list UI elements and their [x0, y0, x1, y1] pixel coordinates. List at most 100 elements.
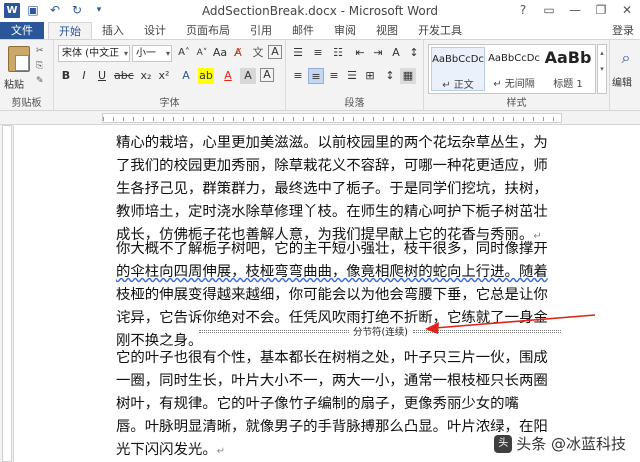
ruler-tick — [383, 117, 384, 121]
close-icon[interactable]: ✕ — [614, 0, 640, 20]
paragraph-1[interactable]: 精心的栽培，心里更加美滋滋。以前校园里的两个花坛杂草丛生，为 了我们的校园更加秀… — [116, 132, 564, 247]
bold-icon[interactable]: B — [58, 68, 74, 84]
phonetic-guide-icon[interactable]: 文 — [250, 45, 266, 61]
char-border-icon[interactable]: A — [260, 68, 274, 82]
enclose-char-icon[interactable]: A — [268, 45, 282, 59]
align-right-icon[interactable]: ≡ — [326, 68, 342, 84]
chinese-layout-icon[interactable]: A — [388, 45, 404, 61]
help-icon[interactable]: ? — [510, 0, 536, 20]
ruler-tick — [323, 117, 324, 121]
ruler-tick — [113, 117, 114, 121]
text-line: 生各抒己见，群策群力，最终选中了栀子。于是同学们挖坑，扶树， — [116, 181, 548, 197]
tab-developer[interactable]: 开发工具 — [408, 22, 472, 39]
decrease-indent-icon[interactable]: ⇤ — [352, 45, 368, 61]
chevron-down-icon: ▾ — [123, 49, 128, 58]
ruler-track — [102, 113, 562, 123]
login-link[interactable]: 登录 — [612, 22, 634, 39]
ruler-tick — [203, 117, 204, 121]
tab-file[interactable]: 文件 — [0, 22, 44, 39]
section-break-line-right — [413, 330, 561, 333]
line-spacing-icon[interactable]: ↕ — [382, 68, 398, 84]
watermark: 头 头条 @冰蓝科技 — [494, 433, 626, 454]
cut-icon[interactable]: ✂ — [36, 46, 48, 57]
tab-review[interactable]: 审阅 — [324, 22, 366, 39]
styles-group-label: 样式 — [506, 98, 527, 109]
paste-icon[interactable] — [8, 46, 30, 72]
vertical-ruler[interactable] — [0, 125, 14, 462]
ruler-tick — [393, 117, 394, 121]
ruler-tick — [313, 117, 314, 121]
strikethrough-icon[interactable]: abc — [114, 68, 134, 84]
font-group-label: 字体 — [159, 98, 180, 109]
tab-design[interactable]: 设计 — [134, 22, 176, 39]
ruler-tick — [423, 117, 424, 121]
tab-page-layout[interactable]: 页面布局 — [176, 22, 240, 39]
text-line: 精心的栽培，心里更加美滋滋。以前校园里的两个花坛杂草丛生，为 — [116, 135, 548, 151]
tab-view[interactable]: 视图 — [366, 22, 408, 39]
editing-label[interactable]: 编辑 — [612, 74, 632, 89]
ruler-tick — [343, 117, 344, 121]
clipboard-group: 粘贴 ✂ ⎘ ✎ 剪贴板 — [0, 40, 54, 110]
font-size-combo[interactable]: 小一 ▾ — [132, 45, 172, 62]
text-run: 光下闪闪发光。 — [116, 442, 217, 458]
char-shading-icon[interactable]: A — [240, 68, 256, 84]
superscript-icon[interactable]: x² — [156, 68, 172, 84]
find-icon[interactable]: ⌕ — [616, 48, 636, 70]
multilevel-list-icon[interactable]: ☷ — [330, 45, 346, 61]
ruler-tick — [513, 117, 514, 121]
italic-icon[interactable]: I — [76, 68, 92, 84]
horizontal-ruler[interactable] — [0, 111, 640, 125]
section-break-continuous[interactable]: 分节符(连续) — [199, 324, 561, 338]
paste-button-label[interactable]: 粘贴 — [4, 76, 24, 91]
copy-icon[interactable]: ⎘ — [36, 61, 48, 72]
font-name-combo[interactable]: 宋体 (中文正 ▾ — [58, 45, 130, 62]
ruler-tick — [223, 117, 224, 121]
distributed-icon[interactable]: ⊞ — [362, 68, 378, 84]
highlight-icon[interactable]: ab — [198, 68, 214, 84]
sort-icon[interactable]: ↕ — [406, 45, 422, 61]
minimize-icon[interactable]: — — [562, 0, 588, 20]
document-page[interactable]: 精心的栽培，心里更加美滋滋。以前校园里的两个花坛杂草丛生，为 了我们的校园更加秀… — [15, 126, 640, 462]
change-case-icon[interactable]: Aa — [212, 45, 228, 61]
tab-mailings[interactable]: 邮件 — [282, 22, 324, 39]
ruler-tick — [283, 117, 284, 121]
ruler-tick — [253, 117, 254, 121]
grow-font-icon[interactable]: A˄ — [176, 45, 192, 61]
ruler-tick — [493, 117, 494, 121]
ruler-tick — [443, 117, 444, 121]
window-controls: ? ▭ — ❐ ✕ — [510, 0, 640, 20]
paragraph-2[interactable]: 你大概不了解栀子树吧，它的主干短小强壮，枝干很多，同时像撑开 的伞柱向四周伸展，… — [116, 238, 564, 353]
restore-icon[interactable]: ❐ — [588, 0, 614, 20]
ruler-tick — [413, 117, 414, 121]
shrink-font-icon[interactable]: A˅ — [194, 45, 210, 61]
clipboard-group-label: 剪贴板 — [11, 98, 42, 109]
align-left-icon[interactable]: ≡ — [290, 68, 306, 84]
subscript-icon[interactable]: x₂ — [138, 68, 154, 84]
tab-insert[interactable]: 插入 — [92, 22, 134, 39]
ruler-tick — [373, 117, 374, 121]
clear-formatting-icon[interactable]: A̸ — [230, 45, 246, 61]
format-painter-icon[interactable]: ✎ — [36, 76, 48, 87]
numbering-icon[interactable]: ≡ — [310, 45, 326, 61]
ruler-tick — [303, 117, 304, 121]
text-line: 树叶，有规律。它的叶子像竹子编制的扇子，更像秀丽少女的嘴 — [116, 396, 519, 412]
tab-references[interactable]: 引用 — [240, 22, 282, 39]
chevron-down-icon: ▾ — [165, 49, 170, 58]
toutiao-logo-icon: 头 — [494, 434, 513, 453]
text-effects-icon[interactable]: A — [178, 68, 194, 84]
shading-icon[interactable]: ▦ — [400, 68, 416, 84]
ribbon-tabs: 文件 开始 插入 设计 页面布局 引用 邮件 审阅 视图 开发工具 登录 — [0, 22, 640, 39]
underline-icon[interactable]: U — [94, 68, 110, 84]
section-break-line-left — [199, 330, 349, 333]
align-center-icon[interactable]: ≡ — [308, 68, 324, 84]
font-color-icon[interactable]: A — [220, 68, 236, 84]
bullets-icon[interactable]: ☰ — [290, 45, 306, 61]
justify-icon[interactable]: ☰ — [344, 68, 360, 84]
text-line: 教师培土，定时浇水除草修理丫枝。在师生的精心呵护下栀子树茁壮 — [116, 204, 548, 220]
tab-home[interactable]: 开始 — [48, 22, 92, 39]
ribbon-display-icon[interactable]: ▭ — [536, 0, 562, 20]
text-line: 枝桠的伸展变得越来越细，你可能会以为他会弯腰下垂，它总是让你 — [116, 287, 548, 303]
increase-indent-icon[interactable]: ⇥ — [370, 45, 386, 61]
text-line: 你大概不了解栀子树吧，它的主干短小强壮，枝干很多，同时像撑开 — [116, 241, 548, 257]
paragraph-mark: ↵ — [216, 446, 226, 457]
